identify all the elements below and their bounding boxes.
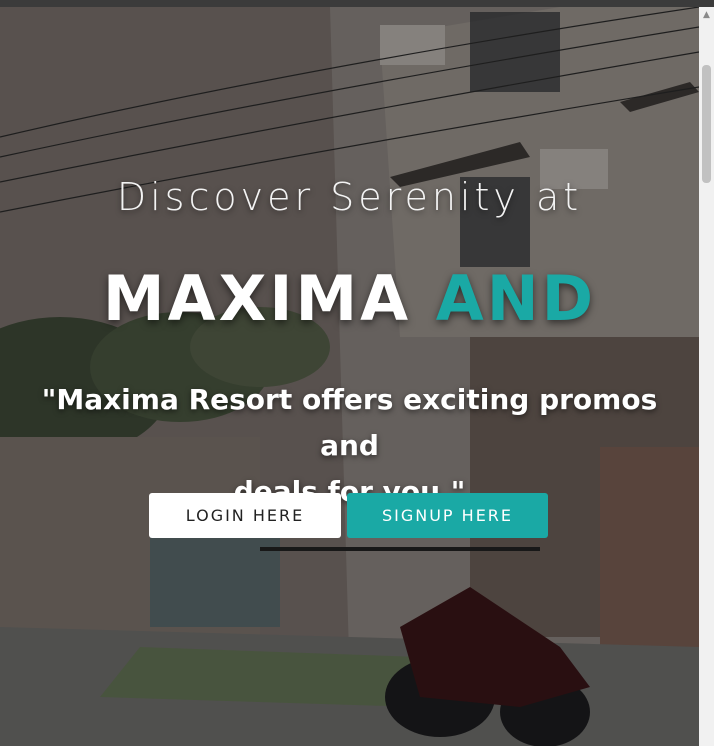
- browser-top-edge: [0, 0, 714, 7]
- hero-eyebrow-text: Discover Serenity at: [116, 175, 583, 219]
- headline-main-word: MAXIMA: [102, 262, 412, 335]
- hero-headline: MAXIMA AND: [0, 262, 699, 335]
- hero-section: Discover Serenity at MAXIMA AND "Maxima …: [0, 7, 699, 746]
- page-scrollbar[interactable]: ▲: [699, 7, 714, 746]
- headline-accent-word: AND: [435, 262, 597, 335]
- scrollbar-thumb[interactable]: [702, 65, 711, 183]
- tagline-line-1: "Maxima Resort offers exciting promos an…: [41, 383, 658, 462]
- signup-button[interactable]: SIGNUP HERE: [347, 493, 548, 538]
- hero-content: Discover Serenity at MAXIMA AND "Maxima …: [0, 7, 699, 746]
- scroll-up-arrow-icon[interactable]: ▲: [699, 7, 714, 23]
- login-button[interactable]: LOGIN HERE: [149, 493, 341, 538]
